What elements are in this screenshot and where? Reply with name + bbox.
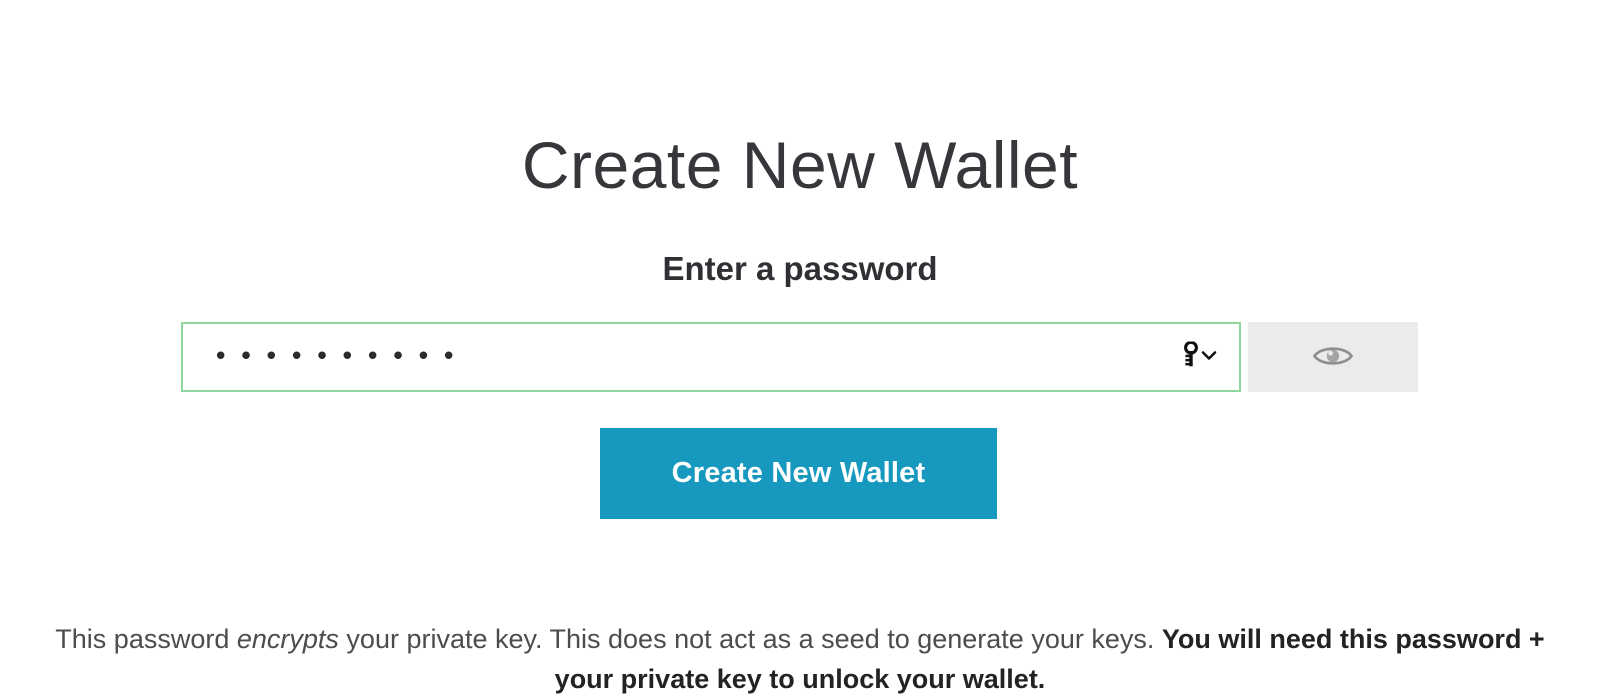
create-wallet-page: Create New Wallet Enter a password •••••…	[0, 0, 1600, 700]
toggle-password-visibility-button[interactable]	[1248, 322, 1418, 392]
note-part-1: This password	[55, 624, 237, 654]
page-title: Create New Wallet	[521, 128, 1079, 203]
password-masked-value[interactable]: ••••••••••	[183, 344, 466, 370]
password-explanation-note: This password encrypts your private key.…	[30, 619, 1570, 699]
password-input[interactable]: ••••••••••	[181, 322, 1241, 392]
create-new-wallet-button[interactable]: Create New Wallet	[600, 428, 997, 519]
key-icon	[1179, 340, 1199, 373]
password-field-label: Enter a password	[662, 250, 938, 287]
eye-icon	[1312, 342, 1354, 373]
password-autofill-control[interactable]	[1179, 340, 1217, 373]
chevron-down-icon	[1201, 348, 1217, 366]
note-part-3: your private key. This does not act as a…	[338, 624, 1162, 654]
note-emphasis-encrypts: encrypts	[236, 624, 339, 654]
password-row: ••••••••••	[181, 322, 1419, 392]
